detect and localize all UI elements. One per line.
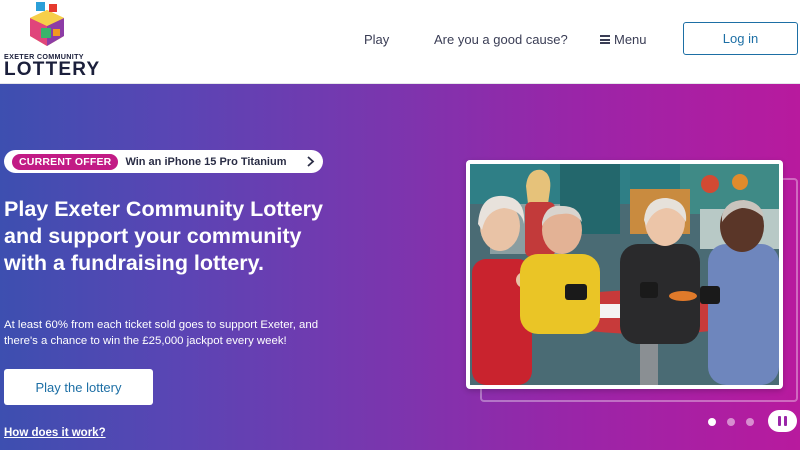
logo-cube-icon: [30, 2, 64, 46]
menu-label: Menu: [614, 32, 647, 47]
offer-text: Win an iPhone 15 Pro Titanium: [125, 155, 287, 168]
hero-photo-frame: [466, 160, 783, 389]
menu-button[interactable]: Menu: [600, 32, 647, 47]
logo-wordmark: LOTTERY: [4, 59, 101, 80]
login-button[interactable]: Log in: [683, 22, 798, 55]
site-logo[interactable]: EXETER COMMUNITY LOTTERY: [4, 2, 100, 80]
current-offer-banner[interactable]: CURRENT OFFER Win an iPhone 15 Pro Titan…: [4, 150, 323, 173]
hamburger-icon: [600, 35, 610, 44]
site-header: EXETER COMMUNITY LOTTERY Play Are you a …: [0, 0, 800, 84]
hero-title: Play Exeter Community Lottery and suppor…: [4, 197, 324, 275]
offer-tag-badge: CURRENT OFFER: [12, 153, 119, 170]
how-does-it-work-link[interactable]: How does it work?: [4, 427, 106, 439]
pause-icon: [778, 416, 781, 426]
play-the-lottery-button[interactable]: Play the lottery: [4, 369, 153, 405]
hero-banner: CURRENT OFFER Win an iPhone 15 Pro Titan…: [0, 84, 800, 450]
nav-play-link[interactable]: Play: [364, 32, 389, 47]
carousel-dot-3[interactable]: [746, 418, 754, 426]
hero-description: At least 60% from each ticket sold goes …: [4, 319, 319, 347]
chevron-right-icon: [307, 156, 315, 167]
carousel-dot-2[interactable]: [727, 418, 735, 426]
carousel-dot-1[interactable]: [708, 418, 716, 426]
hero-photo-seniors-cafe: [470, 164, 779, 385]
nav-good-cause-link[interactable]: Are you a good cause?: [434, 32, 568, 47]
carousel-pause-button[interactable]: [768, 410, 797, 432]
